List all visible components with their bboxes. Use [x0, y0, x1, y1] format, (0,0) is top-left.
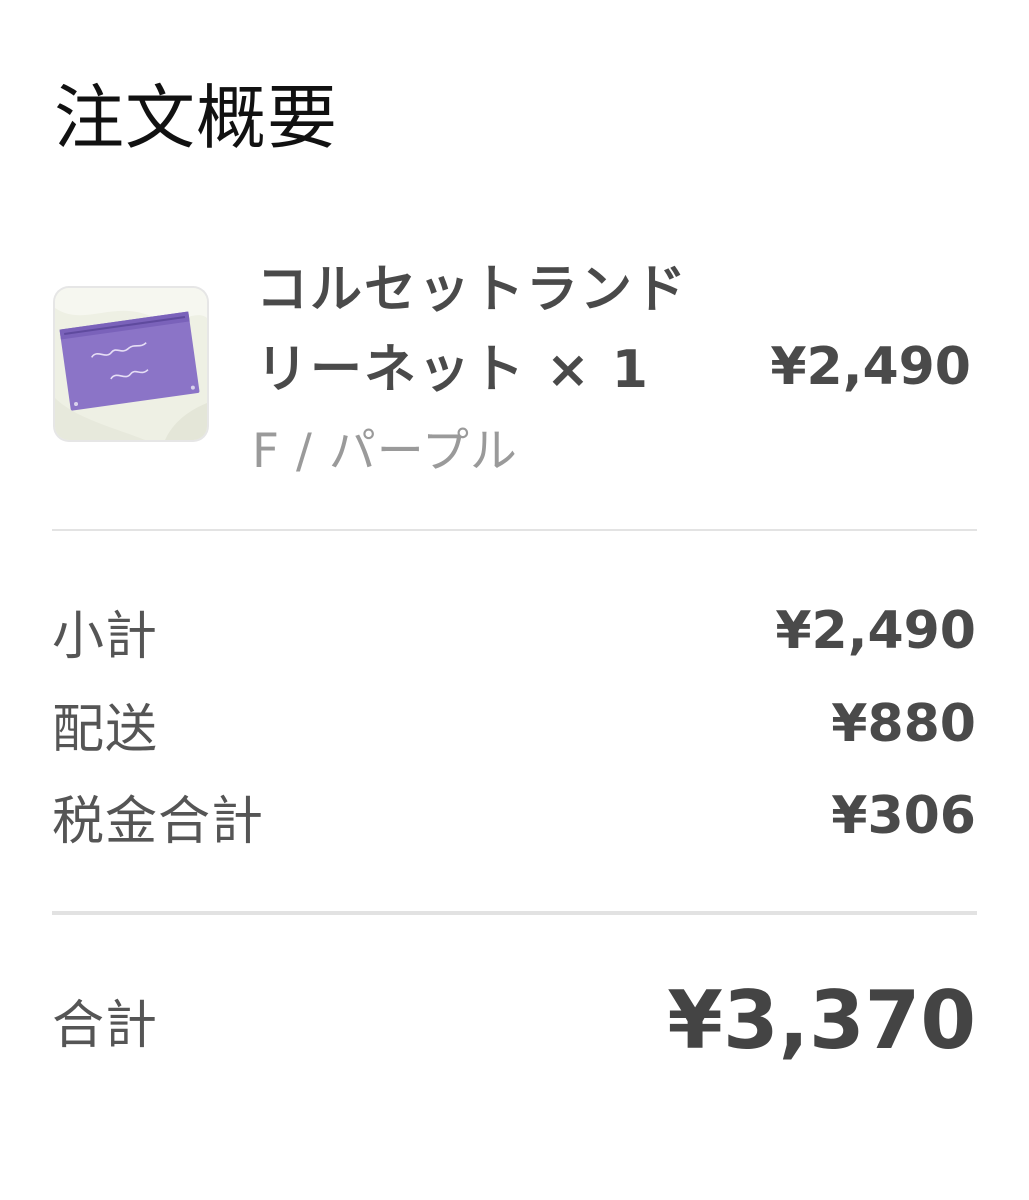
shipping-value: ¥880 — [831, 694, 976, 754]
product-name-line1: コルセットランド — [256, 260, 689, 320]
tax-label: 税金合計 — [52, 791, 265, 852]
total-label: 合計 — [52, 995, 159, 1056]
shipping-row: 配送 ¥880 — [52, 691, 976, 760]
shipping-label: 配送 — [52, 699, 159, 760]
product-thumbnail[interactable] — [55, 288, 207, 440]
product-image-icon — [55, 288, 207, 440]
product-name[interactable]: コルセットランド リーネット × 1 — [256, 250, 776, 410]
total-row: 合計 ¥3,370 — [52, 973, 976, 1067]
product-price: ¥2,490 — [770, 337, 971, 397]
product-variant: F / パープル — [252, 424, 518, 479]
product-name-line2: リーネット × 1 — [256, 340, 650, 400]
subtotal-value: ¥2,490 — [775, 601, 976, 661]
divider — [52, 529, 977, 531]
subtotal-label: 小計 — [52, 606, 159, 667]
tax-row: 税金合計 ¥306 — [52, 783, 976, 852]
total-value: ¥3,370 — [667, 973, 976, 1067]
subtotal-row: 小計 ¥2,490 — [52, 598, 976, 667]
total-divider — [52, 911, 977, 915]
order-summary-title: 注文概要 — [54, 77, 338, 159]
tax-value: ¥306 — [831, 786, 976, 846]
